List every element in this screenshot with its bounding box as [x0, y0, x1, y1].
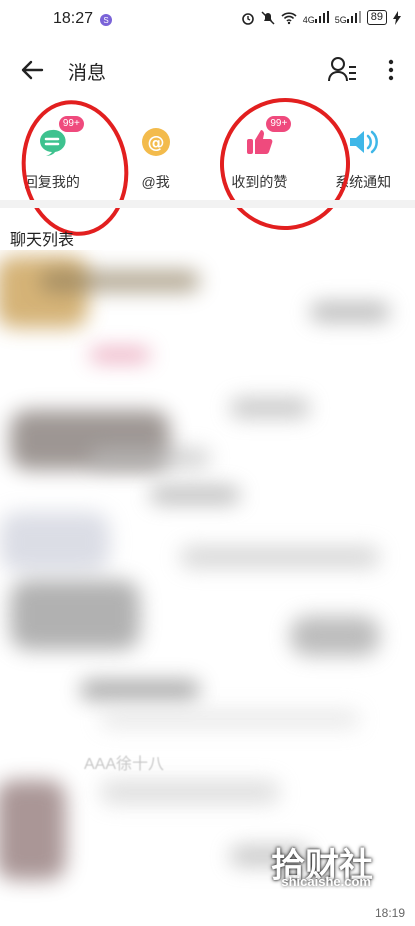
5g-signal-icon: 5G	[334, 10, 361, 25]
watermark-url: shicaishe.com	[281, 874, 371, 889]
list-item[interactable]	[230, 398, 310, 418]
list-item[interactable]	[180, 546, 380, 568]
wifi-icon	[281, 11, 297, 24]
at-icon: @	[140, 126, 172, 158]
list-item[interactable]	[100, 780, 280, 804]
5g-label: 5G	[334, 14, 347, 25]
status-bar: 18:27 S 4G 5G 89	[0, 0, 415, 40]
list-item[interactable]	[40, 270, 200, 292]
avatar	[0, 256, 88, 328]
shortcut-mentions-label: @我	[141, 174, 170, 190]
shortcut-likes-label: 收到的赞	[231, 174, 288, 190]
badge-likes: 99+	[266, 116, 292, 132]
page-title: 消息	[68, 63, 107, 84]
shortcut-system[interactable]: 系统通知	[318, 104, 408, 192]
charging-icon	[393, 10, 401, 25]
status-time: 18:27	[53, 10, 94, 27]
list-item[interactable]	[90, 348, 150, 362]
list-item[interactable]	[0, 512, 110, 572]
list-item[interactable]	[10, 580, 140, 650]
shortcut-likes[interactable]: 99+ 收到的赞	[214, 104, 304, 192]
more-options-icon[interactable]	[381, 54, 401, 86]
avatar	[0, 780, 66, 880]
message-shortcuts: 99+ 回复我的 @ @我 99+ 收到的赞 系统通知	[0, 104, 415, 200]
alarm-icon	[241, 12, 254, 25]
list-item[interactable]	[150, 486, 240, 504]
contacts-icon[interactable]	[327, 54, 359, 86]
list-item[interactable]	[310, 302, 390, 322]
chat-list: AAA徐十八 拾财社 shicaishe.com 18:19	[0, 250, 415, 926]
status-icons: 4G 5G 89	[241, 10, 401, 25]
list-item[interactable]	[290, 616, 380, 656]
shortcut-system-label: 系统通知	[335, 174, 392, 190]
list-item[interactable]	[100, 710, 360, 728]
shortcut-replies-label: 回复我的	[23, 174, 80, 190]
shortcut-mentions[interactable]: @ @我	[111, 104, 201, 192]
list-item[interactable]	[90, 448, 210, 468]
header: 消息	[0, 42, 415, 98]
notification-dot: S	[100, 14, 112, 26]
battery-level: 89	[366, 10, 387, 25]
back-arrow-icon[interactable]	[18, 56, 46, 84]
list-item[interactable]	[80, 680, 200, 700]
4g-label: 4G	[302, 14, 315, 25]
chat-list-title: 聊天列表	[10, 232, 75, 249]
mute-icon	[261, 10, 275, 25]
speaker-icon	[347, 126, 379, 158]
4g-signal-icon: 4G	[302, 10, 329, 25]
shortcut-replies[interactable]: 99+ 回复我的	[7, 104, 97, 192]
chat-name: AAA徐十八	[84, 756, 165, 773]
chat-time: 18:19	[374, 906, 405, 920]
badge-replies: 99+	[58, 116, 84, 132]
svg-text:@: @	[147, 133, 164, 153]
section-divider	[0, 200, 415, 208]
